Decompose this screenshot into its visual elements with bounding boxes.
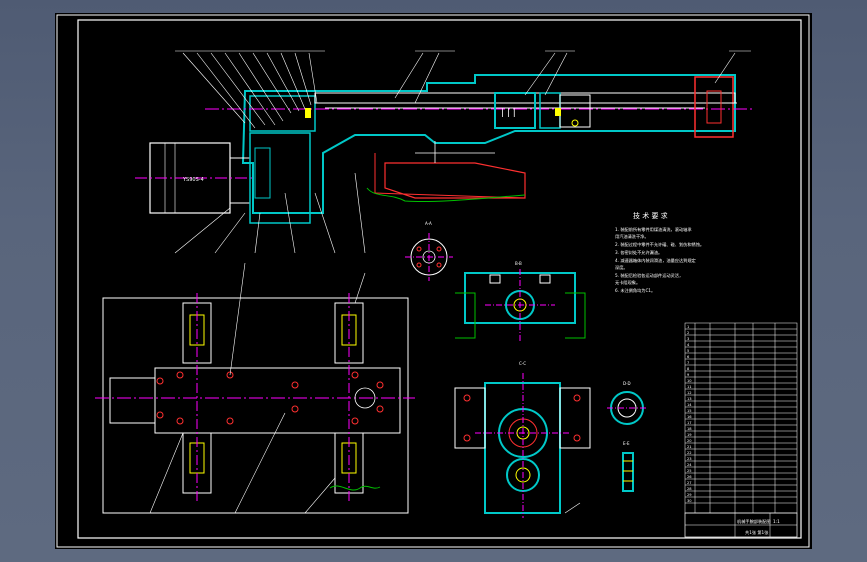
bill-of-materials-table (684, 322, 798, 514)
svg-text:20: 20 (687, 439, 692, 443)
title-block-sheet: 共1张 第1张 (745, 529, 769, 536)
svg-text:21: 21 (687, 445, 692, 449)
svg-text:6. 未注倒角均为C1。: 6. 未注倒角均为C1。 (615, 287, 655, 294)
bom-row-numbers: 1 2 3 4 5 6 7 8 9 10 11 12 13 14 15 16 1… (687, 325, 692, 503)
title-block-name: 机械手腕部装配图 (737, 518, 771, 525)
technical-requirements: 技 术 要 求 1. 装配前所有零件用煤油清洗，滚动轴承 用汽油清洗干净。 2.… (615, 211, 704, 294)
svg-text:28: 28 (687, 487, 692, 491)
title-block-scale: 1:1 (773, 519, 780, 524)
svg-text:| | |: | | | (501, 108, 516, 118)
motor-label: YS90S-4 (182, 177, 204, 183)
svg-text:22: 22 (687, 451, 692, 455)
tech-req-title: 技 术 要 求 (633, 211, 668, 220)
svg-text:25: 25 (687, 469, 692, 473)
svg-text:29: 29 (687, 493, 692, 497)
svg-text:4. 减速器箱体内装润滑油，油量应达到规定: 4. 减速器箱体内装润滑油，油量应达到规定 (615, 257, 696, 264)
section-d-d-view: D-D (607, 381, 647, 425)
svg-text:7: 7 (687, 361, 689, 365)
drawing-viewport[interactable]: | | | YS90S-4 A-A B-B 技 术 要 求 1. 装配前所有零件… (55, 13, 812, 549)
drawing-frame (77, 19, 802, 539)
section-label-c: C-C (519, 361, 526, 366)
svg-text:10: 10 (687, 379, 692, 383)
section-e-e-view: E-E (622, 441, 634, 492)
svg-text:无卡阻现象。: 无卡阻现象。 (615, 279, 640, 286)
svg-text:3: 3 (687, 337, 689, 341)
svg-text:30: 30 (687, 499, 692, 503)
section-b-b-view: B-B (455, 261, 586, 343)
svg-text:11: 11 (687, 385, 692, 389)
section-a-a-view: A-A (405, 221, 453, 281)
svg-text:24: 24 (687, 463, 692, 467)
section-label-a: A-A (425, 221, 432, 226)
svg-text:23: 23 (687, 457, 692, 461)
svg-text:1: 1 (687, 325, 689, 329)
svg-text:27: 27 (687, 481, 692, 485)
svg-text:15: 15 (687, 409, 692, 413)
svg-text:26: 26 (687, 475, 692, 479)
cad-drawing-canvas[interactable]: | | | YS90S-4 A-A B-B 技 术 要 求 1. 装配前所有零件… (55, 13, 812, 549)
title-block: 机械手腕部装配图 1:1 共1张 第1张 (684, 512, 798, 538)
section-c-c-view: C-C (454, 361, 591, 518)
svg-text:9: 9 (687, 373, 690, 377)
svg-text:5: 5 (687, 349, 689, 353)
section-label-e: E-E (623, 441, 630, 446)
top-view (95, 262, 415, 514)
svg-text:用汽油清洗干净。: 用汽油清洗干净。 (615, 233, 649, 240)
svg-text:深度。: 深度。 (615, 264, 628, 271)
svg-text:3. 各密封处不允许漏油。: 3. 各密封处不允许漏油。 (615, 249, 662, 256)
svg-text:13: 13 (687, 397, 692, 401)
svg-text:18: 18 (687, 427, 692, 431)
svg-text:6: 6 (687, 355, 690, 359)
main-section-view: | | | (205, 74, 755, 214)
svg-text:16: 16 (687, 415, 692, 419)
svg-text:14: 14 (687, 403, 692, 407)
svg-text:12: 12 (687, 391, 692, 395)
svg-text:5. 装配后检验各运动部件运动灵活，: 5. 装配后检验各运动部件运动灵活， (615, 272, 683, 279)
motor-view: YS90S-4 (135, 132, 311, 224)
section-label-d: D-D (623, 381, 631, 386)
svg-text:4: 4 (687, 343, 690, 347)
svg-text:2: 2 (687, 331, 689, 335)
svg-text:8: 8 (687, 367, 690, 371)
svg-text:19: 19 (687, 433, 692, 437)
section-label-b: B-B (515, 261, 522, 266)
svg-text:2. 装配过程中零件不允许磕、碰、划伤和锈蚀。: 2. 装配过程中零件不允许磕、碰、划伤和锈蚀。 (615, 241, 704, 248)
svg-text:17: 17 (687, 421, 692, 425)
svg-text:1. 装配前所有零件用煤油清洗，滚动轴承: 1. 装配前所有零件用煤油清洗，滚动轴承 (615, 226, 692, 233)
